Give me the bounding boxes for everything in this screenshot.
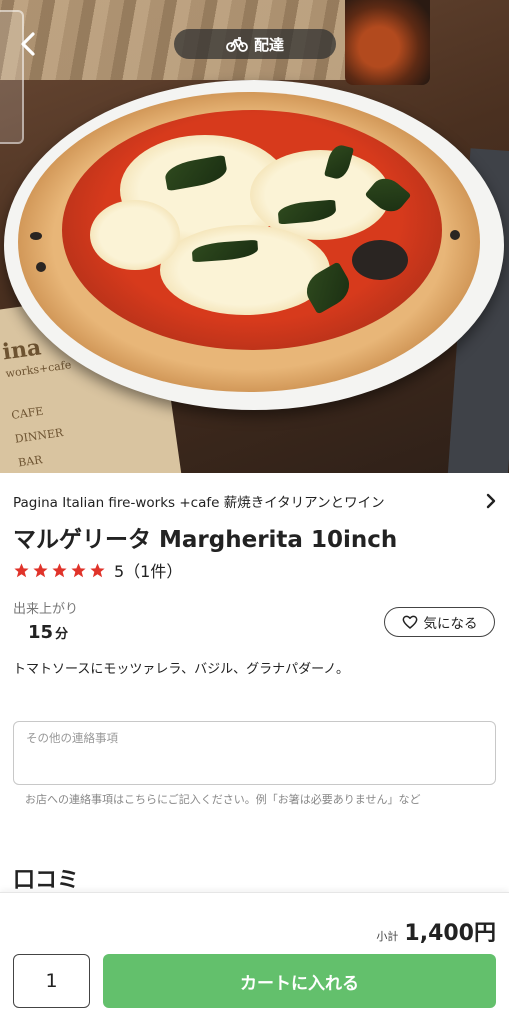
item-description: トマトソースにモッツァレラ、バジル、グラナパダーノ。 <box>13 662 350 677</box>
chevron-left-icon <box>21 32 35 56</box>
back-button[interactable] <box>12 26 44 62</box>
charred-spot <box>450 230 460 240</box>
charred-bubble <box>352 240 408 280</box>
chili-jar <box>345 0 430 85</box>
ready-time-value: 15 分 <box>28 622 68 643</box>
rating-text: 5（1件） <box>114 562 183 581</box>
delivery-mode-badge[interactable]: 配達 <box>174 29 336 59</box>
reviews-heading: 口コミ <box>13 868 80 893</box>
bottom-bar: 小計 1,400円 1 カートに入れる <box>0 892 509 1025</box>
ready-time-label: 出来上がり <box>13 602 79 617</box>
star-icon <box>33 562 48 577</box>
store-link[interactable]: Pagina Italian fire-works +cafe 薪焼きイタリアン… <box>13 490 497 512</box>
star-icon <box>14 562 29 577</box>
star-icon <box>52 562 67 577</box>
note-input[interactable] <box>14 722 495 784</box>
rating[interactable]: 5（1件） <box>13 558 182 582</box>
favorite-button[interactable]: 気になる <box>384 607 495 637</box>
menu-card-line: DINNER <box>13 426 65 446</box>
add-to-cart-button[interactable]: カートに入れる <box>103 954 496 1008</box>
charred-spot <box>30 232 42 240</box>
delivery-label: 配達 <box>253 35 284 54</box>
star-icon <box>90 562 105 577</box>
quantity-selector[interactable]: 1 <box>13 954 90 1008</box>
subtotal: 小計 1,400円 <box>376 915 496 947</box>
subtotal-label: 小計 <box>376 930 399 943</box>
menu-card-line: BAR <box>17 453 44 470</box>
hero-image: ina works+cafe CAFE DINNER BAR <box>0 0 509 473</box>
quantity-value: 1 <box>45 970 58 992</box>
heart-icon <box>402 615 417 629</box>
menu-card-line: CAFE <box>10 404 45 422</box>
add-to-cart-label: カートに入れる <box>240 973 359 994</box>
star-icon <box>71 562 86 577</box>
item-title: マルゲリータ Margherita 10inch <box>13 527 398 553</box>
ready-time-unit: 分 <box>55 627 69 642</box>
ready-time-number: 15 <box>28 622 54 643</box>
bicycle-icon <box>226 37 248 52</box>
menu-card-logo: ina <box>0 334 43 366</box>
note-hint: お店への連絡事項はこちらにご記入ください。例「お箸は必要ありません」など <box>25 793 421 806</box>
favorite-label: 気になる <box>423 616 478 632</box>
chevron-right-icon <box>486 493 496 509</box>
store-name: Pagina Italian fire-works +cafe 薪焼きイタリアン… <box>13 495 385 511</box>
cheese <box>90 200 180 270</box>
subtotal-value: 1,400円 <box>404 921 496 946</box>
charred-spot <box>36 262 46 272</box>
cheese <box>160 225 330 315</box>
note-field[interactable] <box>13 721 496 785</box>
